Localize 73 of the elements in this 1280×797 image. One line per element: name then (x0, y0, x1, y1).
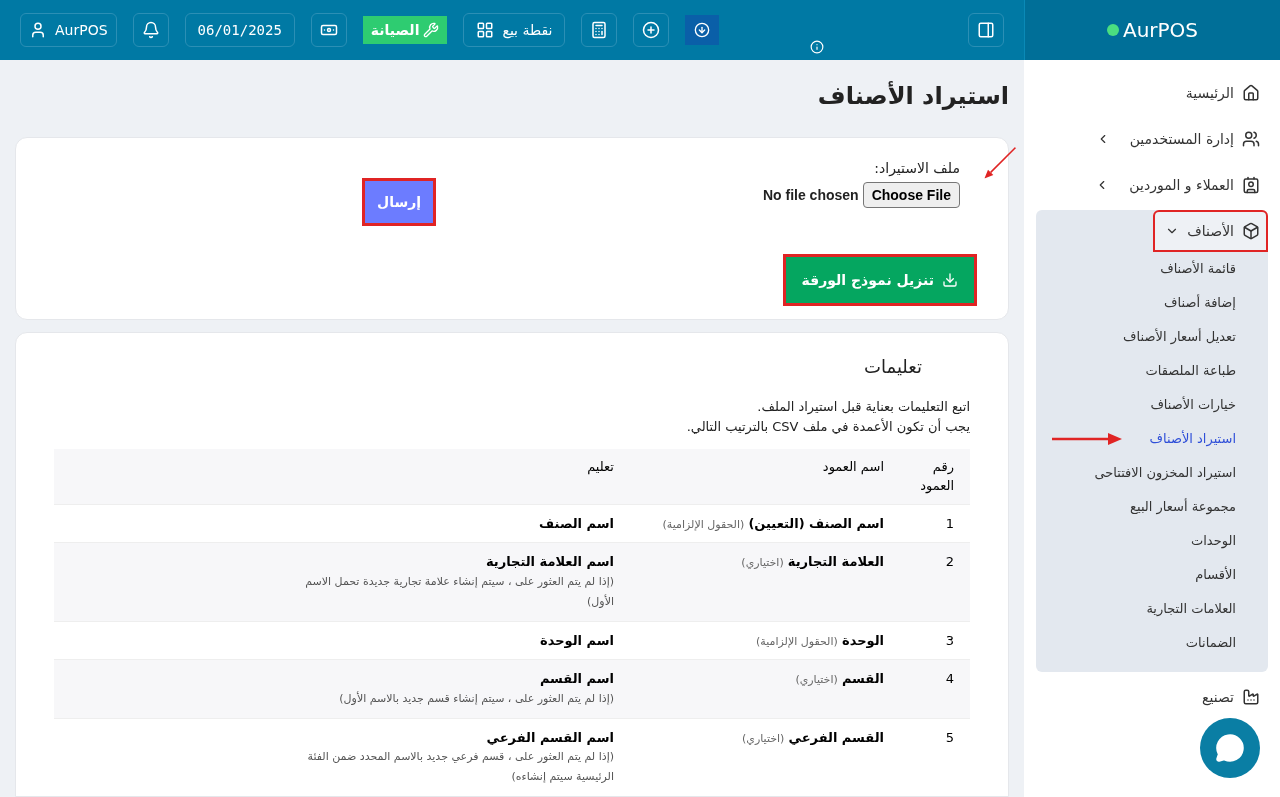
choose-file-button[interactable]: Choose File (862, 182, 960, 209)
sidebar-item[interactable]: العملاء و الموردين (1036, 164, 1268, 206)
submit-button[interactable]: إرسال (362, 178, 436, 227)
submenu-item[interactable]: قائمة الأصناف (1160, 259, 1236, 279)
annotation-arrow (1052, 432, 1122, 446)
column-header: تعليم (54, 448, 630, 504)
column-header: اسم العمود (630, 448, 900, 504)
pos-button[interactable]: نقطة بيع (463, 13, 566, 47)
sidebar-item[interactable]: الرئيسية (1036, 72, 1268, 114)
submenu-item[interactable]: استيراد المخزون الافتتاحى (1094, 463, 1236, 483)
sidebar-item[interactable]: الأصناف (1153, 210, 1268, 252)
cell-note: (إذا لم يتم العثور على ، قسم فرعي جديد بالاسم المحدد ضمن الفئة الرئيسية سيتم إنشاءه) (306, 749, 614, 785)
cash-button[interactable] (310, 13, 347, 47)
home-icon (1242, 84, 1260, 102)
submenu-item[interactable]: استيراد الأصناف (1149, 429, 1236, 449)
submenu-item[interactable]: تعديل أسعار الأصناف (1123, 327, 1236, 347)
file-status: No file chosen (762, 186, 859, 206)
table-cell: اسم الصنف (التعيين) (الحقول الإلزامية) (630, 504, 900, 543)
submenu-item[interactable]: العلامات التجارية (1146, 599, 1236, 619)
instruction-text: اتبع التعليمات بعناية قبل استيراد الملف. (756, 397, 970, 417)
chat-bubble-icon (1215, 733, 1245, 763)
cell-note: (إذا لم يتم العثور على ، سيتم إنشاء قسم جديد بالاسم الأول) (338, 690, 614, 707)
field-label: ملف الاستيراد: (874, 159, 960, 179)
notifications-button[interactable] (132, 13, 169, 47)
users-icon (1242, 130, 1260, 148)
download-button[interactable] (685, 15, 720, 45)
submenu-item[interactable]: الوحدات (1191, 531, 1236, 551)
column-header: رقم العمود (900, 448, 970, 504)
table-cell: 2 (900, 542, 970, 621)
section-title: تعليمات (863, 354, 923, 379)
add-button[interactable] (633, 13, 670, 47)
wrench-icon (423, 22, 440, 38)
sidebar-item[interactable]: تصنيع (1036, 676, 1268, 718)
submenu-item[interactable]: خيارات الأصناف (1150, 395, 1236, 415)
calculator-icon (590, 21, 609, 39)
table-cell: 3 (900, 621, 970, 660)
download-icon (694, 22, 711, 38)
sidebar-item[interactable]: إدارة المستخدمين (1036, 118, 1268, 160)
panel-icon (977, 21, 995, 39)
submenu-item[interactable]: إضافة أصناف (1164, 293, 1236, 313)
table-cell: العلامة التجارية (اختياري) (630, 542, 900, 621)
cell-note: (إذا لم يتم العثور على ، سيتم إنشاء علامة تجارية جديدة تحمل الاسم الأول) (304, 573, 614, 610)
date-button[interactable]: 06/01/2025 (184, 13, 295, 47)
table-cell: 1 (900, 504, 970, 543)
submenu-item[interactable]: الأقسام (1195, 565, 1236, 585)
box-icon (1242, 222, 1260, 240)
contact-book-icon (1242, 176, 1260, 194)
plus-icon (642, 21, 661, 39)
table-cell: الوحدة (الحقول الإلزامية) (630, 621, 900, 660)
download-icon (942, 272, 958, 289)
table-cell-text: اسم القسم (538, 670, 614, 688)
submenu-item[interactable]: طباعة الملصقات (1145, 361, 1236, 381)
submenu-item[interactable]: الضمانات (1185, 633, 1236, 653)
table-cell: القسم (اختياري) (630, 659, 900, 718)
brand-logo: AurPOS (1106, 16, 1199, 44)
user-icon (29, 21, 47, 39)
submenu-item[interactable]: مجموعة أسعار البيع (1130, 497, 1236, 517)
factory-icon (1242, 688, 1260, 706)
sidebar-toggle-button[interactable] (968, 13, 1004, 47)
table-cell: 5 (900, 718, 970, 796)
table-cell: 4 (900, 659, 970, 718)
page-title: استيراد الأصناف (816, 80, 1009, 112)
table-cell-text: اسم العلامة التجارية (484, 553, 614, 571)
info-icon (810, 40, 824, 54)
table-cell-text: اسم الصنف (538, 514, 614, 533)
table-cell: القسم الفرعي (اختياري) (630, 718, 900, 796)
bell-icon (141, 21, 160, 39)
calculator-button[interactable] (581, 13, 618, 47)
instruction-text: يجب أن تكون الأعمدة في ملف CSV بالترتيب التالي. (685, 417, 970, 437)
table-cell-text: اسم الوحدة (539, 631, 614, 650)
user-menu-button[interactable]: AurPOS (20, 13, 117, 47)
grid-icon (476, 21, 495, 39)
table-cell-text: اسم القسم الفرعي (485, 728, 614, 747)
